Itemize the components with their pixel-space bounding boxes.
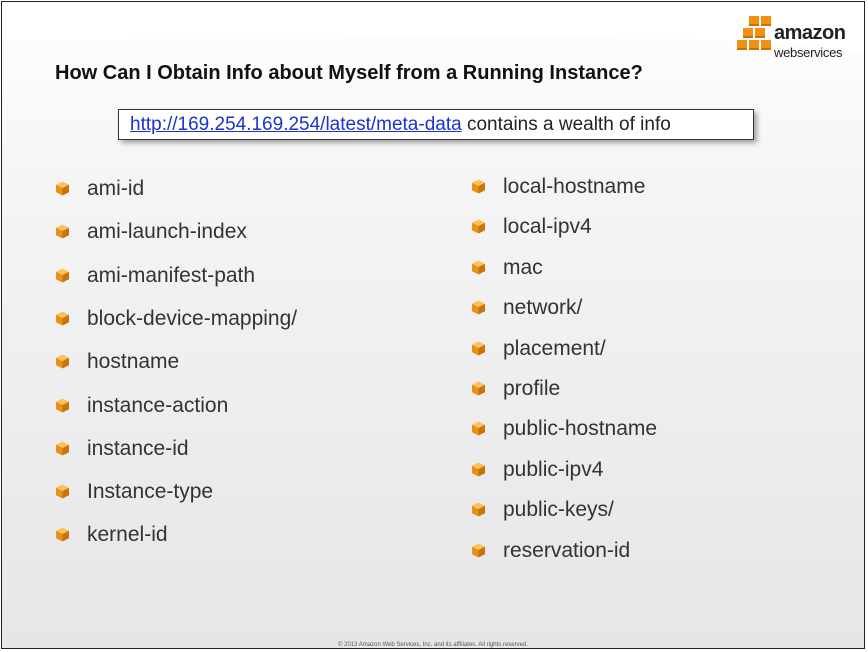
list-item-label: instance-action [87,393,229,417]
cube-bullet-icon [55,181,70,196]
cube-bullet-icon [471,421,486,436]
list-item-label: placement/ [503,336,606,360]
logo-text-webservices: webservices [774,45,843,60]
list-item-label: hostname [87,350,180,374]
url-callout: http://169.254.169.254/latest/meta-data … [118,109,754,140]
logo-text-amazon: amazon [774,22,846,44]
cube-bullet-icon [471,462,486,477]
list-item-label: mac [503,255,543,279]
list-item-label: block-device-mapping/ [87,306,298,330]
cube-bullet-icon [55,441,70,456]
cube-bullet-icon [471,219,486,234]
slide-title: How Can I Obtain Info about Myself from … [55,62,643,84]
cube-bullet-icon [55,311,70,326]
list-item-label: ami-launch-index [87,220,247,244]
slide: amazon webservices How Can I Obtain Info… [1,1,865,649]
list-item-label: ami-manifest-path [87,263,256,287]
list-item-label: network/ [503,296,583,320]
list-item-label: Instance-type [87,480,214,504]
cube-bullet-icon [55,354,70,369]
aws-logo: amazon webservices [736,14,856,62]
cube-bullet-icon [471,381,486,396]
cube-bullet-icon [55,224,70,239]
list-item-label: instance-id [87,436,189,460]
list-item-label: ami-id [87,177,145,200]
cube-bullet-icon [471,179,486,194]
header-swoosh [2,2,864,52]
list-item-label: public-keys/ [503,498,614,522]
cube-bullet-icon [471,300,486,315]
list-item-label: public-hostname [503,417,658,441]
list-item-label: reservation-id [503,538,631,562]
copyright-footer: © 2013 Amazon Web Services, Inc. and its… [338,642,528,648]
cube-bullet-icon [471,543,486,558]
cube-bullet-icon [55,398,70,413]
cube-bullet-icon [471,341,486,356]
cube-bullet-icon [471,502,486,517]
cube-bullet-icon [55,484,70,499]
list-item-label: public-ipv4 [503,457,604,481]
list-item-label: kernel-id [87,523,168,547]
list-item-label: local-hostname [503,175,646,198]
list-item-label: profile [503,377,561,400]
list-item-label: local-ipv4 [503,215,592,239]
cube-bullet-icon [471,260,486,275]
metadata-url-link[interactable]: http://169.254.169.254/latest/meta-data [130,114,462,135]
cube-bullet-icon [55,268,70,283]
cube-bullet-icon [55,527,70,542]
aws-cubes-icon [737,16,771,50]
url-callout-text: contains a wealth of info [461,114,671,135]
